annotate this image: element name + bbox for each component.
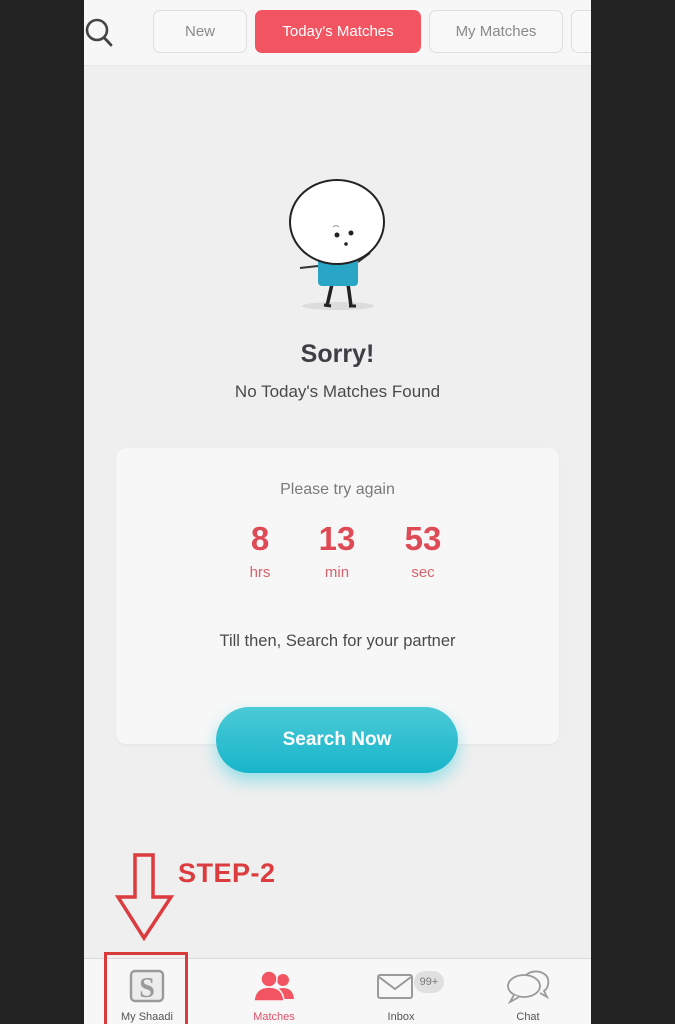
minutes-value: 13 — [318, 520, 356, 557]
step-annotation-label: STEP-2 — [178, 858, 276, 888]
search-icon — [85, 18, 113, 47]
minutes-unit: min — [324, 564, 350, 581]
nav-matches[interactable]: Matches — [211, 959, 337, 1024]
chat-bubbles-icon — [507, 970, 550, 1005]
seconds-unit: sec — [411, 564, 435, 581]
top-tab-bar: New Today's Matches My Matches — [84, 0, 591, 66]
app-screen: New Today's Matches My Matches Sorry! No… — [84, 0, 591, 1024]
people-icon — [253, 970, 294, 1002]
nav-label: Chat — [516, 1011, 540, 1023]
try-again-text: Please try again — [280, 481, 395, 498]
empty-state-message: No Today's Matches Found — [234, 382, 441, 401]
hours-value: 8 — [250, 520, 270, 557]
empty-state-title: Sorry! — [300, 340, 375, 368]
nav-chat[interactable]: Chat — [465, 959, 591, 1024]
tab-more-partial[interactable] — [571, 10, 591, 53]
inbox-count-badge: 99+ — [414, 971, 444, 993]
tab-my-matches[interactable]: My Matches — [429, 10, 563, 53]
tab-new[interactable]: New — [153, 10, 247, 53]
search-now-button[interactable]: Search Now — [216, 707, 458, 773]
shaadi-logo-icon: S — [129, 969, 165, 1003]
search-button[interactable] — [84, 16, 114, 50]
seconds-value: 53 — [404, 520, 442, 557]
down-arrow-annotation-icon — [114, 853, 175, 942]
nav-label: My Shaadi — [121, 1011, 173, 1023]
countdown-card: Please try again 8 hrs 13 min 53 sec Til… — [116, 448, 559, 744]
tab-todays-matches[interactable]: Today's Matches — [255, 10, 421, 53]
countdown-seconds: 53 sec — [388, 520, 458, 581]
mail-icon — [377, 974, 413, 999]
nav-label: Matches — [253, 1011, 295, 1023]
hours-unit: hrs — [249, 564, 271, 581]
svg-text:S: S — [139, 973, 155, 1003]
nav-my-shaadi[interactable]: S My Shaadi — [84, 959, 210, 1024]
search-hint-text: Till then, Search for your partner — [219, 632, 456, 650]
countdown-hours: 8 hrs — [225, 520, 295, 581]
bottom-navigation: S My Shaadi Matches Inbox Chat — [84, 958, 591, 1024]
nav-inbox[interactable]: Inbox — [338, 959, 464, 1024]
confused-character-illustration — [289, 179, 385, 310]
countdown-minutes: 13 min — [302, 520, 372, 581]
nav-label: Inbox — [387, 1011, 415, 1023]
